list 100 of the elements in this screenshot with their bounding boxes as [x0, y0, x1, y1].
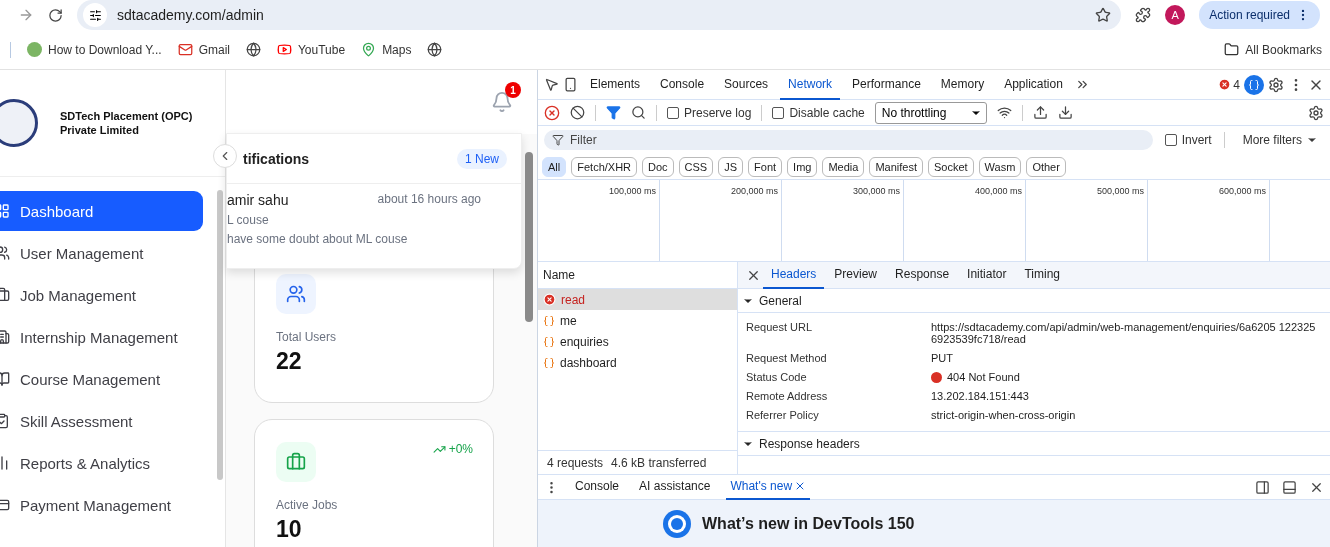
drawer-tab[interactable]: AI assistance: [635, 474, 715, 500]
notification-message: have some doubt about ML couse: [227, 232, 409, 246]
type-filter-chip[interactable]: Wasm: [978, 156, 1022, 177]
type-filter-chip[interactable]: CSS: [678, 156, 714, 177]
wifi-icon[interactable]: [996, 105, 1012, 120]
bell-icon[interactable]: [491, 91, 513, 113]
scrollbar-thumb[interactable]: [525, 152, 533, 322]
nav-item[interactable]: Job Management: [0, 275, 203, 315]
upload-icon[interactable]: [1032, 105, 1048, 120]
header-name: Status Code: [746, 371, 808, 383]
whats-new-title: What’s new in DevTools 150: [702, 514, 915, 533]
stat-label: Active Jobs: [276, 498, 339, 512]
briefcase-drawing: [286, 452, 306, 472]
extensions-icon[interactable]: [1135, 7, 1152, 23]
detail-tab[interactable]: Response: [887, 261, 958, 289]
panel-tab[interactable]: Sources: [716, 69, 777, 100]
notification-time: about 16 hours ago: [377, 192, 481, 208]
more-filters-button[interactable]: More filters: [1236, 132, 1324, 148]
error-icon: [1218, 78, 1232, 91]
sender-name: amir sahu: [227, 192, 289, 208]
ai-assistant-button[interactable]: [1244, 74, 1264, 95]
header-value: https://sdtacademy.com/api/admin/web-management/enquiries/6a6205 1223256923539fc718/read: [931, 321, 1316, 345]
clear-icon[interactable]: [570, 105, 585, 120]
all-bookmarks-button[interactable]: All Bookmarks: [1224, 42, 1322, 57]
type-filter-chip[interactable]: JS: [718, 156, 744, 177]
header-value: 13.202.184.151:443: [931, 390, 1030, 402]
braces-icon: [543, 356, 555, 369]
panel-tab[interactable]: Console: [652, 69, 713, 100]
mail-icon: [177, 42, 193, 57]
star-icon[interactable]: [1095, 7, 1112, 23]
type-filter-chip[interactable]: All: [542, 156, 567, 177]
forward-icon[interactable]: [18, 7, 34, 23]
action-required-button[interactable]: Action required: [1199, 1, 1320, 29]
invert-checkbox[interactable]: Invert: [1164, 133, 1212, 147]
panel-tab[interactable]: Performance: [844, 69, 929, 100]
error-count[interactable]: 4: [1218, 77, 1240, 92]
panel-tab[interactable]: Network: [780, 69, 841, 100]
settings-icon[interactable]: [1308, 104, 1324, 121]
throttling-select[interactable]: No throttling: [874, 101, 987, 124]
bookmark-item[interactable]: Gmail: [177, 42, 230, 57]
sliders-icon: [88, 8, 102, 22]
panel-tab[interactable]: Memory: [932, 69, 993, 100]
dock-bottom-icon[interactable]: [1282, 479, 1297, 495]
panel-tab[interactable]: Elements: [582, 69, 649, 100]
nav-item[interactable]: Payment Management: [0, 485, 203, 525]
panel-title: tifications: [243, 150, 310, 167]
nav-item[interactable]: Reports & Analytics: [0, 443, 203, 483]
header-name: Remote Address: [746, 390, 829, 402]
scrollbar-thumb[interactable]: [217, 190, 223, 480]
search-icon[interactable]: [631, 105, 646, 120]
nav-item[interactable]: Dashboard: [0, 191, 203, 231]
reload-icon[interactable]: [48, 7, 63, 23]
stat-value: 22: [276, 348, 303, 375]
type-filter-chip[interactable]: Fetch/XHR: [571, 156, 638, 177]
filter-field[interactable]: Filter: [544, 130, 1153, 150]
timeline-tick: 200,000 ms: [730, 186, 778, 197]
drawer-tab[interactable]: Console: [571, 474, 624, 500]
settings-icon[interactable]: [1268, 76, 1284, 93]
globe-icon: [427, 42, 443, 57]
collapse-sidebar-button[interactable]: [213, 144, 237, 168]
nav-item[interactable]: Internship Management: [0, 317, 203, 357]
nav-item[interactable]: User Management: [0, 233, 203, 273]
detail-tab[interactable]: Preview: [826, 261, 886, 289]
record-stop-icon[interactable]: [544, 104, 560, 121]
type-filter-chip[interactable]: Img: [787, 156, 818, 177]
nav-item[interactable]: Skill Assessment: [0, 401, 203, 441]
site-settings-button[interactable]: [83, 3, 107, 27]
filter-icon[interactable]: [606, 105, 621, 120]
request-row[interactable]: read: [538, 289, 737, 310]
phone-icon[interactable]: [563, 77, 578, 92]
folder-icon: [1224, 42, 1240, 57]
bookmark-item[interactable]: Maps: [361, 42, 412, 57]
download-icon[interactable]: [1057, 105, 1073, 120]
new-count-badge: 1 New: [457, 148, 507, 169]
nav-item[interactable]: Course Management: [0, 359, 203, 399]
header-value: strict-origin-when-cross-origin: [931, 409, 1077, 421]
detail-tab[interactable]: Timing: [1016, 261, 1068, 289]
bookmark-item[interactable]: How to Download Y...: [27, 42, 162, 57]
dock-side-icon[interactable]: [1255, 479, 1270, 495]
summary-text: 4 requests: [547, 455, 604, 470]
detail-tab[interactable]: Initiator: [959, 261, 1015, 289]
header-name: Referrer Policy: [746, 409, 820, 421]
company-name: SDTech Placement (OPC) Private Limited: [60, 109, 194, 137]
type-filter-chip[interactable]: Other: [1026, 156, 1066, 177]
disable-cache-checkbox[interactable]: Disable cache: [772, 105, 865, 120]
error-icon: [543, 293, 556, 306]
type-filter-chip[interactable]: Manifest: [869, 156, 923, 177]
site-favicon-icon: [27, 42, 42, 57]
filter-icon: [552, 134, 564, 146]
pointer-icon[interactable]: [544, 77, 559, 92]
panel-tab[interactable]: Application: [996, 69, 1071, 100]
type-filter-chip[interactable]: Media: [822, 156, 865, 177]
type-filter-chip[interactable]: Doc: [642, 156, 674, 177]
bookmark-item[interactable]: YouTube: [276, 42, 346, 57]
preserve-log-checkbox[interactable]: Preserve log: [667, 105, 752, 120]
stat-value: 10: [276, 516, 303, 543]
users-drawing: [286, 284, 306, 304]
type-filter-chip[interactable]: Socket: [927, 156, 974, 177]
type-filter-chip[interactable]: Font: [748, 156, 783, 177]
profile-avatar[interactable]: A: [1165, 5, 1186, 25]
